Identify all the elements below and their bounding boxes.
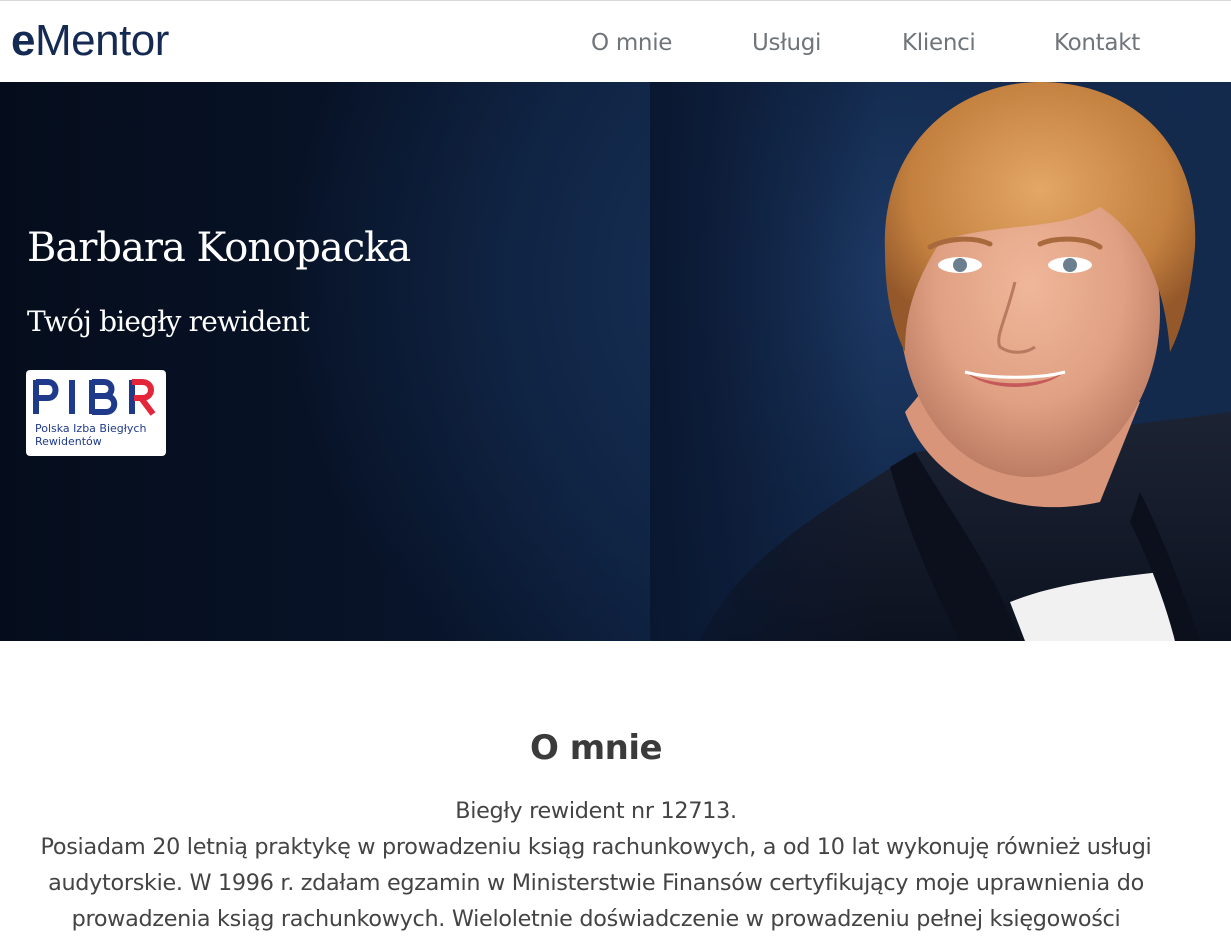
nav-item-klienci[interactable]: Klienci	[902, 27, 976, 59]
logo-rest: Mentor	[34, 16, 169, 65]
pibr-logo-icon	[33, 379, 156, 416]
about-text: Biegły rewident nr 12713. Posiadam 20 le…	[22, 793, 1170, 937]
hero-banner: Barbara Konopacka Twój biegły rewident P…	[0, 82, 1231, 641]
about-section-title: O mnie	[529, 728, 663, 768]
about-line: Posiadam 20 letnią praktykę w prowadzeni…	[40, 834, 1152, 860]
about-line: audytorskie. W 1996 r. zdałam egzamin w …	[48, 870, 1144, 896]
about-line: prowadzenia ksiąg rachunkowych. Wielolet…	[71, 906, 1121, 932]
nav-item-kontakt[interactable]: Kontakt	[1054, 27, 1140, 59]
nav-item-uslugi[interactable]: Usługi	[752, 27, 821, 59]
site-header: eMentor O mnie Usługi Klienci Kontakt	[0, 0, 1231, 82]
badge-line-2: Rewidentów	[35, 435, 102, 448]
hero-name: Barbara Konopacka	[27, 225, 411, 271]
logo-prefix: e	[11, 16, 35, 65]
pibr-badge[interactable]: Polska Izba Biegłych Rewidentów	[26, 370, 166, 456]
badge-line-1: Polska Izba Biegłych	[35, 422, 147, 435]
hero-subtitle: Twój biegły rewident	[27, 305, 310, 338]
about-line: Biegły rewident nr 12713.	[455, 798, 737, 824]
portrait-photo	[650, 82, 1231, 641]
nav-item-o-mnie[interactable]: O mnie	[591, 27, 672, 59]
page: eMentor O mnie Usługi Klienci Kontakt Ba…	[0, 0, 1231, 950]
site-logo[interactable]: eMentor	[11, 17, 169, 65]
